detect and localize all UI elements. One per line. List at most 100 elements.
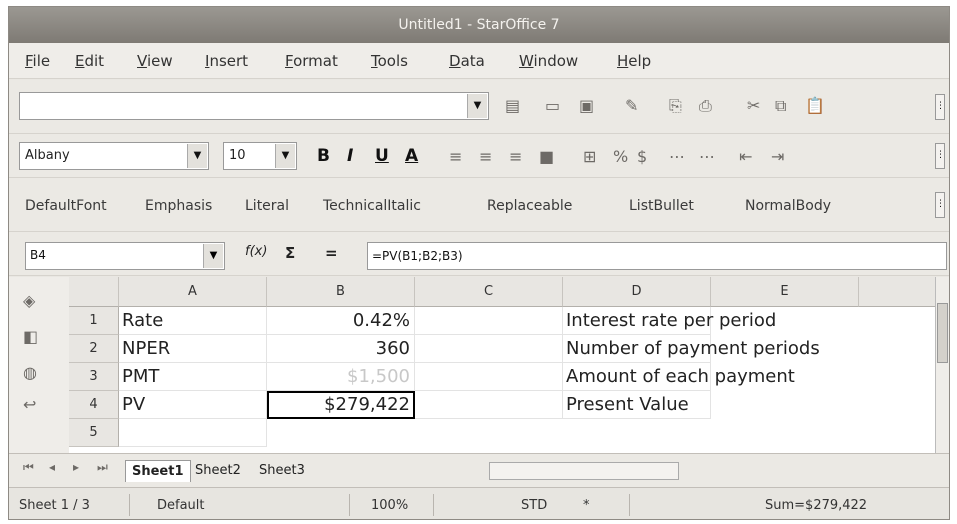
cell-b3[interactable]: $1,500 bbox=[267, 363, 415, 391]
menu-file[interactable]: File bbox=[25, 52, 50, 70]
row-header[interactable]: 5 bbox=[69, 419, 119, 447]
menu-view[interactable]: View bbox=[137, 52, 173, 70]
cell-b2[interactable]: 360 bbox=[267, 335, 415, 363]
navigator-icon[interactable]: ◈ bbox=[23, 291, 35, 310]
menu-edit[interactable]: Edit bbox=[75, 52, 104, 70]
cell-d2[interactable]: Number of payment periods bbox=[563, 335, 820, 363]
column-header-e[interactable]: E bbox=[711, 277, 859, 307]
spreadsheet-grid[interactable]: A B C D E 1 Rate 0.42% Interest rate per… bbox=[69, 277, 949, 453]
chevron-down-icon[interactable]: ▼ bbox=[467, 94, 487, 118]
last-sheet-icon[interactable]: ⏭ bbox=[97, 460, 108, 475]
decrease-indent-icon[interactable]: ⇤ bbox=[739, 147, 752, 166]
merge-cells-icon[interactable]: ⊞ bbox=[583, 147, 596, 166]
new-document-icon[interactable]: ▤ bbox=[505, 96, 520, 115]
toolbar-handle[interactable]: ⋮ bbox=[935, 143, 945, 169]
style-technical-italic[interactable]: TechnicalItalic bbox=[323, 198, 421, 214]
chevron-down-icon[interactable]: ▼ bbox=[187, 144, 207, 168]
toolbar-handle[interactable]: ⋮ bbox=[935, 94, 945, 120]
formula-input[interactable]: =PV(B1;B2;B3) bbox=[367, 242, 947, 270]
menu-window[interactable]: Window bbox=[519, 52, 578, 70]
menu-data[interactable]: Data bbox=[449, 52, 485, 70]
style-list-bullet[interactable]: ListBullet bbox=[629, 198, 694, 214]
bold-button[interactable]: B bbox=[317, 146, 330, 166]
cut-icon[interactable]: ✂ bbox=[747, 96, 760, 115]
style-emphasis[interactable]: Emphasis bbox=[145, 198, 212, 214]
zoom-level[interactable]: 100% bbox=[371, 498, 408, 513]
function-wizard-button[interactable]: f(x) bbox=[245, 244, 267, 259]
row-header[interactable]: 1 bbox=[69, 307, 119, 335]
cell-c1[interactable] bbox=[415, 307, 563, 335]
cell-a1[interactable]: Rate bbox=[119, 307, 267, 335]
cell-d4[interactable]: Present Value bbox=[563, 391, 711, 419]
cell-a2[interactable]: NPER bbox=[119, 335, 267, 363]
justify-icon[interactable]: ■ bbox=[539, 147, 554, 166]
cell-a3[interactable]: PMT bbox=[119, 363, 267, 391]
underline-button[interactable]: U bbox=[375, 146, 389, 166]
italic-button[interactable]: I bbox=[347, 146, 353, 166]
menu-format[interactable]: Format bbox=[285, 52, 338, 70]
sheet-tab-1[interactable]: Sheet1 bbox=[125, 460, 191, 482]
vertical-scrollbar[interactable] bbox=[935, 277, 949, 467]
edit-file-icon[interactable]: ✎ bbox=[625, 96, 638, 115]
toolbar-handle[interactable]: ⋮ bbox=[935, 192, 945, 218]
font-color-button[interactable]: A bbox=[405, 146, 418, 166]
paste-icon[interactable]: 📋 bbox=[805, 96, 825, 115]
copy-icon[interactable]: ⧉ bbox=[775, 96, 786, 116]
scroll-thumb[interactable] bbox=[937, 303, 948, 363]
save-icon[interactable]: ▣ bbox=[579, 96, 594, 115]
function-button[interactable]: = bbox=[325, 244, 338, 262]
sheet-tab-2[interactable]: Sheet2 bbox=[195, 460, 241, 482]
print-icon[interactable]: ⎙ bbox=[699, 96, 712, 116]
next-sheet-icon[interactable]: ▸ bbox=[73, 460, 79, 474]
sheet-tab-3[interactable]: Sheet3 bbox=[259, 460, 305, 482]
cell-b4-selected[interactable]: $279,422 bbox=[267, 391, 415, 419]
font-size-combo[interactable]: 10 ▼ bbox=[223, 142, 297, 170]
first-sheet-icon[interactable]: ⏮ bbox=[23, 460, 34, 475]
open-icon[interactable]: ▭ bbox=[545, 96, 560, 115]
select-all-corner[interactable] bbox=[69, 277, 119, 307]
cell-c3[interactable] bbox=[415, 363, 563, 391]
cell-b1[interactable]: 0.42% bbox=[267, 307, 415, 335]
style-default-font[interactable]: DefaultFont bbox=[25, 198, 107, 214]
remove-decimal-icon[interactable]: ⋯ bbox=[699, 147, 715, 166]
horizontal-scrollbar[interactable] bbox=[489, 462, 679, 480]
cell-a5[interactable] bbox=[119, 419, 267, 447]
page-style[interactable]: Default bbox=[157, 498, 205, 513]
column-header-b[interactable]: B bbox=[267, 277, 415, 307]
align-left-icon[interactable]: ≡ bbox=[449, 147, 462, 166]
column-header-a[interactable]: A bbox=[119, 277, 267, 307]
cell-c4[interactable] bbox=[415, 391, 563, 419]
font-name-combo[interactable]: Albany ▼ bbox=[19, 142, 209, 170]
url-combo[interactable]: ▼ bbox=[19, 92, 489, 120]
row-header[interactable]: 3 bbox=[69, 363, 119, 391]
cell-d3[interactable]: Amount of each payment bbox=[563, 363, 795, 391]
align-center-icon[interactable]: ≡ bbox=[479, 147, 492, 166]
menu-tools[interactable]: Tools bbox=[371, 52, 408, 70]
selection-mode[interactable]: * bbox=[583, 498, 590, 513]
column-header-c[interactable]: C bbox=[415, 277, 563, 307]
insert-icon[interactable]: ◧ bbox=[23, 327, 38, 346]
cell-c2[interactable] bbox=[415, 335, 563, 363]
column-header-f[interactable] bbox=[859, 277, 939, 307]
export-pdf-icon[interactable]: ⎘ bbox=[669, 96, 682, 116]
insert-mode[interactable]: STD bbox=[521, 498, 547, 513]
prev-sheet-icon[interactable]: ◂ bbox=[49, 460, 55, 474]
sum-button[interactable]: Σ bbox=[285, 244, 295, 262]
menu-insert[interactable]: Insert bbox=[205, 52, 248, 70]
menu-help[interactable]: Help bbox=[617, 52, 651, 70]
cell-a4[interactable]: PV bbox=[119, 391, 267, 419]
percent-format-icon[interactable]: % bbox=[613, 147, 628, 166]
style-normal-body[interactable]: NormalBody bbox=[745, 198, 831, 214]
chevron-down-icon[interactable]: ▼ bbox=[275, 144, 295, 168]
row-header[interactable]: 4 bbox=[69, 391, 119, 419]
increase-indent-icon[interactable]: ⇥ bbox=[771, 147, 784, 166]
cell-d1[interactable]: Interest rate per period bbox=[563, 307, 776, 335]
cell-style-icon[interactable]: ◍ bbox=[23, 363, 37, 382]
row-header[interactable]: 2 bbox=[69, 335, 119, 363]
autocorrect-icon[interactable]: ↩ bbox=[23, 395, 36, 414]
chevron-down-icon[interactable]: ▼ bbox=[203, 244, 223, 268]
name-box[interactable]: B4 ▼ bbox=[25, 242, 225, 270]
style-literal[interactable]: Literal bbox=[245, 198, 289, 214]
align-right-icon[interactable]: ≡ bbox=[509, 147, 522, 166]
currency-format-icon[interactable]: $ bbox=[637, 147, 647, 166]
